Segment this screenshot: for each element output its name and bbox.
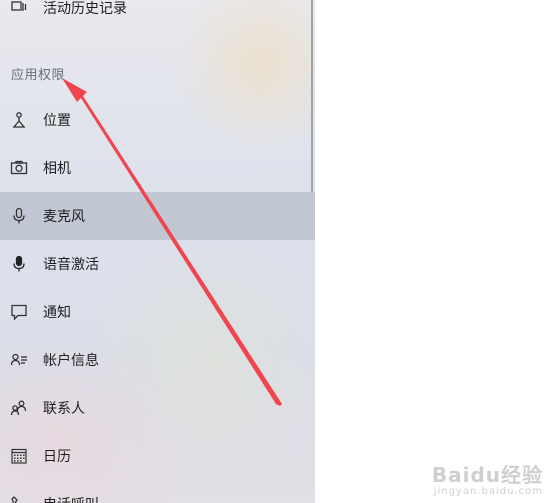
settings-sidebar: 活动历史记录 应用权限 位置 相机 麦克风 语音激活 通知 帐户信息 联系人 日… — [0, 0, 315, 503]
sidebar-item-label: 联系人 — [43, 401, 85, 417]
camera-icon — [10, 159, 28, 177]
sidebar-item-calendar[interactable]: 日历 — [0, 432, 315, 480]
contacts-icon — [10, 399, 28, 417]
notification-icon — [10, 303, 28, 321]
sidebar-item-label: 语音激活 — [43, 257, 99, 273]
sidebar-item-activity-history[interactable]: 活动历史记录 — [0, 0, 315, 32]
sidebar-item-microphone[interactable]: 麦克风 — [0, 192, 315, 240]
watermark-url: jingyan.baidu.com — [433, 486, 543, 497]
voice-activation-icon — [10, 255, 28, 273]
location-icon — [10, 111, 28, 129]
microphone-icon — [10, 207, 28, 225]
sidebar-item-location[interactable]: 位置 — [0, 96, 315, 144]
sidebar-item-phone-call[interactable]: 电话呼叫 — [0, 480, 315, 503]
sidebar-item-label: 位置 — [43, 113, 71, 129]
section-header-app-permissions: 应用权限 — [11, 68, 66, 83]
sidebar-item-contacts[interactable]: 联系人 — [0, 384, 315, 432]
account-info-icon — [10, 351, 28, 369]
sidebar-item-label: 麦克风 — [43, 209, 85, 225]
baidu-watermark: Baidu经验 jingyan.baidu.com — [432, 459, 543, 497]
sidebar-item-label: 帐户信息 — [43, 353, 99, 369]
activity-history-icon — [10, 0, 28, 17]
sidebar-item-label: 通知 — [43, 305, 71, 321]
sidebar-item-notification[interactable]: 通知 — [0, 288, 315, 336]
sidebar-item-label: 电话呼叫 — [43, 494, 99, 503]
sidebar-item-label: 日历 — [43, 449, 71, 465]
sidebar-item-label: 相机 — [43, 161, 71, 177]
sidebar-item-account-info[interactable]: 帐户信息 — [0, 336, 315, 384]
sidebar-item-label: 活动历史记录 — [43, 1, 127, 17]
sidebar-item-camera[interactable]: 相机 — [0, 144, 315, 192]
watermark-logo: Baidu经验 — [431, 463, 543, 487]
sidebar-item-voice-activation[interactable]: 语音激活 — [0, 240, 315, 288]
calendar-icon — [10, 447, 28, 465]
phone-call-icon — [10, 495, 28, 503]
